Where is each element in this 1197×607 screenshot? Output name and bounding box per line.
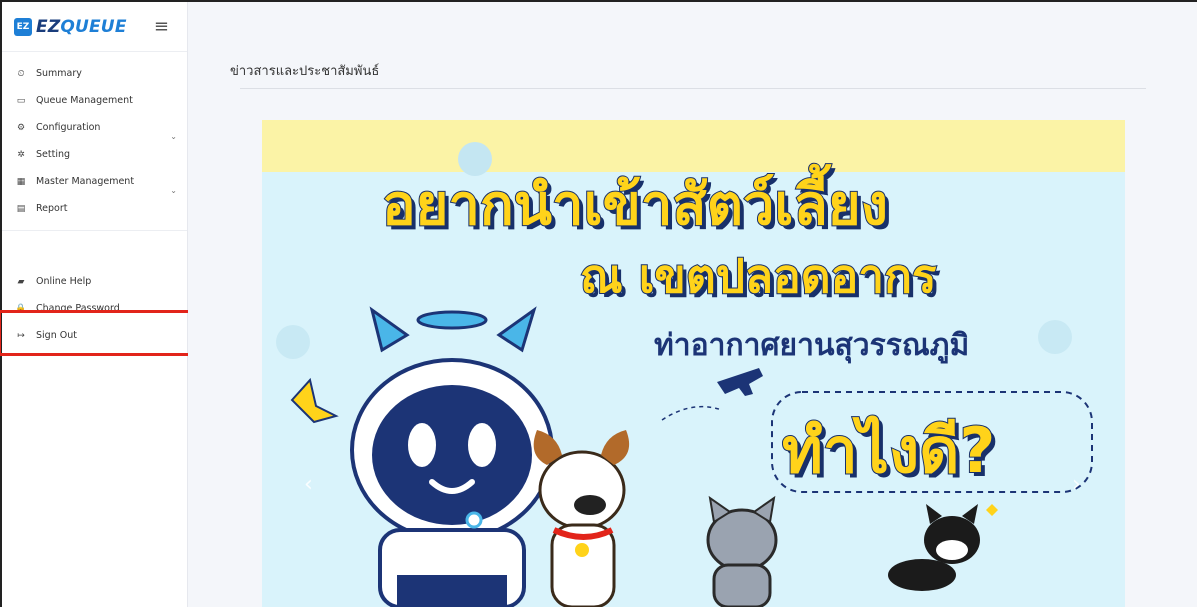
grey-cat-illustration — [706, 495, 778, 607]
brand-header: EZ EZQUEUE ≡ — [2, 2, 187, 52]
book-icon: ▰ — [17, 276, 25, 287]
hamburger-menu-icon[interactable]: ≡ — [154, 17, 169, 36]
banner-headline-line2: ณ เขตปลอดอากร — [579, 248, 938, 304]
sidebar-item-setting[interactable]: ✲ Setting — [2, 141, 187, 168]
news-banner-image[interactable]: อยากนำเข้าสัตว์เลี้ยง ณ เขตปลอดอากร ท่าอ… — [262, 120, 1125, 607]
dog-illustration — [533, 430, 630, 607]
sidebar-item-configuration[interactable]: ⚙ Configuration ⌄ — [2, 114, 187, 141]
gear-icon: ✲ — [17, 149, 25, 160]
sidebar-item-queue-management[interactable]: ▭ Queue Management — [2, 87, 187, 114]
sidebar-item-label: Master Management — [36, 176, 135, 187]
banner-headline-line4: ทำไงดี? — [781, 413, 996, 488]
sidebar-item-label: Online Help — [36, 276, 92, 287]
gears-icon: ⚙ — [16, 122, 26, 133]
banner-headline-line3: ท่าอากาศยานสุวรรณภูมิ — [654, 328, 970, 363]
chevron-down-icon[interactable]: ⌄ — [170, 132, 177, 141]
main-menu: ⏲ Summary ▭ Queue Management ⚙ Configura… — [2, 52, 187, 349]
sidebar-item-master-management[interactable]: ▦ Master Management ⌄ — [2, 168, 187, 195]
robot-mascot — [350, 306, 554, 607]
chevron-down-icon[interactable]: ⌄ — [170, 186, 177, 195]
sidebar-item-label: Summary — [36, 68, 82, 79]
main-content: ข่าวสารและประชาสัมพันธ์ อยากนำเข้าสัตว์เ… — [188, 2, 1197, 607]
sidebar: EZ EZQUEUE ≡ ⏲ Summary ▭ Queue Managemen… — [2, 2, 188, 607]
file-icon: ▤ — [16, 203, 26, 214]
brand-logo-icon: EZ — [14, 17, 32, 36]
sidebar-item-label: Configuration — [36, 122, 101, 133]
sidebar-item-label: Report — [36, 203, 68, 214]
title-divider — [240, 88, 1146, 89]
carousel-next-arrow-icon[interactable]: › — [1072, 472, 1081, 497]
banner-headline-line1: อยากนำเข้าสัตว์เลี้ยง — [381, 172, 889, 239]
dashboard-icon: ⏲ — [17, 68, 25, 79]
sidebar-item-report[interactable]: ▤ Report — [2, 195, 187, 222]
sidebar-item-online-help[interactable]: ▰ Online Help — [2, 268, 187, 295]
inbox-icon: ▭ — [16, 95, 26, 106]
brand-name[interactable]: EZQUEUE — [36, 17, 127, 37]
sidebar-item-summary[interactable]: ⏲ Summary — [2, 60, 187, 87]
sign-out-highlight-box — [0, 310, 210, 356]
sidebar-item-label: Queue Management — [36, 95, 133, 106]
table-icon: ▦ — [16, 176, 26, 187]
page-title: ข่าวสารและประชาสัมพันธ์ — [230, 64, 380, 79]
black-cat-illustration — [888, 504, 998, 591]
sidebar-item-label: Setting — [36, 149, 71, 160]
airplane-icon — [717, 368, 763, 396]
carousel-prev-arrow-icon[interactable]: ‹ — [304, 472, 313, 497]
